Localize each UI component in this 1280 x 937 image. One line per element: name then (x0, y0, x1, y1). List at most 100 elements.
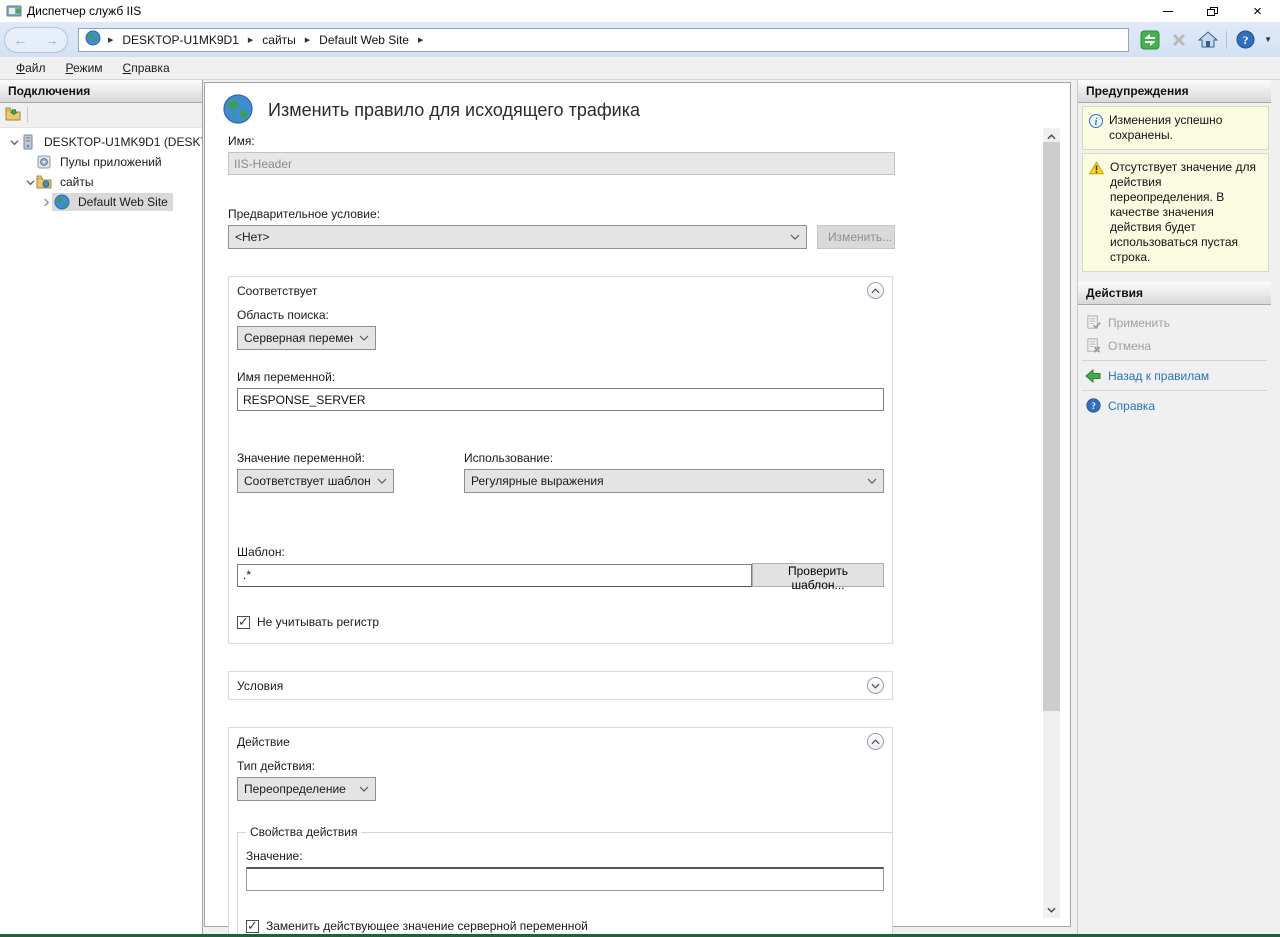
precondition-select[interactable]: <Нет> (228, 225, 807, 249)
vertical-scrollbar[interactable] (1043, 128, 1060, 918)
back-icon[interactable]: ← (14, 33, 28, 47)
cancel-label: Отмена (1108, 339, 1151, 353)
page-globe-icon (222, 93, 254, 128)
connections-tree: DESKTOP-U1MK9D1 (DESKTOP Пулы приложений… (0, 128, 202, 936)
chevron-down-icon (359, 786, 369, 792)
replace-value-label: Заменить действующее значение серверной … (266, 919, 588, 933)
chevron-down-icon (790, 234, 800, 240)
expand-icon[interactable] (40, 198, 52, 207)
conditions-section: Условия (228, 671, 893, 700)
iis-app-icon (6, 3, 22, 19)
chevron-down-icon (359, 335, 369, 341)
breadcrumb-item-default-web-site[interactable]: Default Web Site (317, 33, 411, 47)
collapse-section-icon[interactable] (867, 282, 884, 299)
actions-list: Применить Отмена Назад к правилам ? (1078, 305, 1271, 417)
save-connection-icon[interactable] (5, 107, 21, 124)
apply-icon (1085, 315, 1101, 331)
stop-icon (1168, 29, 1190, 51)
name-label: Имя: (228, 134, 895, 148)
menu-view[interactable]: Режим (58, 58, 111, 78)
connections-panel: Подключения DESKTOP-U1MK9D1 (DESKTOP (0, 80, 203, 936)
forward-icon[interactable]: → (45, 33, 59, 47)
collapse-section-icon[interactable] (867, 733, 884, 750)
match-section-header[interactable]: Соответствует (229, 277, 892, 304)
scrollbar-thumb[interactable] (1043, 142, 1060, 711)
conditions-section-header[interactable]: Условия (229, 672, 892, 699)
collapse-icon[interactable] (24, 178, 36, 187)
value-label: Значение: (246, 849, 884, 863)
help-circle-icon: ? (1085, 398, 1101, 414)
using-select[interactable]: Регулярные выражения (464, 469, 884, 493)
back-to-rules-label: Назад к правилам (1108, 369, 1209, 383)
expand-section-icon[interactable] (867, 677, 884, 694)
cancel-icon (1085, 338, 1101, 354)
scroll-down-icon[interactable] (1043, 901, 1060, 918)
conditions-section-title: Условия (237, 679, 867, 693)
apply-label: Применить (1108, 316, 1170, 330)
minimize-button[interactable] (1145, 0, 1190, 22)
help-icon[interactable]: ? (1234, 29, 1256, 51)
menu-help[interactable]: Справка (115, 58, 178, 78)
breadcrumb-item-sites[interactable]: сайты (260, 33, 298, 47)
breadcrumb-item-server[interactable]: DESKTOP-U1MK9D1 (120, 33, 240, 47)
title-bar: Диспетчер служб IIS × (0, 0, 1280, 22)
tree-item-server[interactable]: DESKTOP-U1MK9D1 (DESKTOP (0, 132, 202, 152)
info-icon: i (1089, 114, 1103, 143)
tree-label-default-web-site: Default Web Site (75, 194, 171, 210)
warning-icon (1089, 161, 1104, 265)
action-type-label: Тип действия: (237, 759, 884, 773)
tree-item-sites[interactable]: сайты (0, 172, 202, 192)
precondition-label: Предварительное условие: (228, 207, 895, 221)
edit-precondition-button: Изменить... (817, 225, 895, 249)
variable-value-select[interactable]: Соответствует шаблону (237, 469, 394, 493)
action-properties-legend: Свойства действия (246, 825, 361, 839)
close-button[interactable]: × (1235, 0, 1280, 22)
help-action[interactable]: ? Справка (1078, 394, 1271, 417)
apply-action: Применить (1078, 311, 1271, 334)
window-title: Диспетчер служб IIS (27, 4, 141, 18)
collapse-icon[interactable] (8, 138, 20, 147)
refresh-icon[interactable] (1139, 29, 1161, 51)
action-section-header[interactable]: Действие (229, 728, 892, 755)
toolbar-separator (1226, 31, 1227, 49)
right-panel: Предупреждения i Изменения успешно сохра… (1077, 80, 1271, 936)
breadcrumb-separator-icon: ▶ (415, 36, 426, 44)
pattern-input[interactable] (237, 564, 752, 587)
restore-button[interactable] (1190, 0, 1235, 22)
replace-value-checkbox[interactable] (246, 920, 259, 933)
breadcrumb-separator-icon: ▶ (245, 36, 256, 44)
tree-label-sites: сайты (57, 174, 97, 190)
home-icon[interactable] (1197, 29, 1219, 51)
value-input[interactable] (246, 867, 884, 891)
scope-select[interactable]: Серверная переменн (237, 326, 376, 350)
sites-folder-icon (36, 174, 53, 190)
warning-alert-text: Отсутствует значение для действия переоп… (1110, 160, 1264, 265)
menu-file[interactable]: Файл (8, 58, 54, 78)
action-properties-group: Свойства действия Значение: Заменить дей… (237, 825, 893, 937)
address-bar: ← → ▶ DESKTOP-U1MK9D1 ▶ сайты ▶ Default … (0, 22, 1280, 57)
actions-separator (1082, 390, 1267, 391)
scope-label: Область поиска: (237, 308, 884, 322)
breadcrumb-separator-icon: ▶ (105, 36, 116, 44)
navigation-buttons: ← → (4, 27, 68, 53)
feature-page: Изменить правило для исходящего трафика … (204, 82, 1071, 927)
breadcrumb-separator-icon: ▶ (302, 36, 313, 44)
warning-alert: Отсутствует значение для действия переоп… (1082, 153, 1269, 272)
ignore-case-checkbox[interactable] (237, 616, 250, 629)
tree-item-default-web-site[interactable]: Default Web Site (0, 192, 202, 212)
variable-name-input[interactable] (237, 388, 884, 411)
name-input (228, 152, 895, 175)
back-to-rules-action[interactable]: Назад к правилам (1078, 364, 1271, 387)
variable-value-value: Соответствует шаблону (244, 474, 371, 488)
action-type-select[interactable]: Переопределение (237, 777, 376, 801)
action-section-title: Действие (237, 735, 867, 749)
pattern-label: Шаблон: (237, 545, 884, 559)
connections-toolbar (0, 103, 202, 128)
test-pattern-button[interactable]: Проверить шаблон... (752, 563, 884, 587)
menu-bar: Файл Режим Справка (0, 57, 1280, 80)
help-dropdown-icon[interactable]: ▼ (1264, 35, 1272, 44)
server-icon (20, 134, 37, 150)
breadcrumb[interactable]: ▶ DESKTOP-U1MK9D1 ▶ сайты ▶ Default Web … (78, 28, 1129, 52)
tree-item-app-pools[interactable]: Пулы приложений (0, 152, 202, 172)
chevron-down-icon (867, 478, 877, 484)
